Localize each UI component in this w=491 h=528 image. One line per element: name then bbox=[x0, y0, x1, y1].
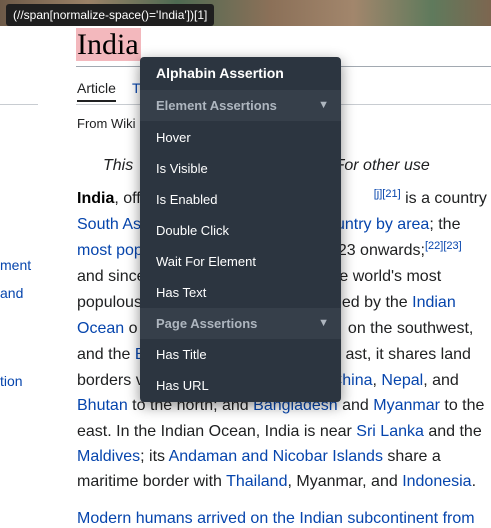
para-line-11: Maldives; its Andaman and Nicobar Island… bbox=[77, 448, 441, 466]
text: share a bbox=[382, 448, 441, 465]
link-andaman-nicobar[interactable]: Andaman and Nicobar Islands bbox=[169, 448, 383, 465]
menu-item-wait-for-element[interactable]: Wait For Element bbox=[140, 246, 341, 277]
bold-india: India bbox=[77, 190, 115, 207]
text: maritime border with bbox=[77, 473, 227, 490]
hatnote-left: This bbox=[103, 157, 134, 174]
highlighted-title-text[interactable]: India bbox=[76, 28, 141, 61]
sidebar-item-1[interactable]: ment bbox=[0, 257, 31, 273]
menu-item-is-visible[interactable]: Is Visible bbox=[140, 153, 341, 184]
text: on the southwest, bbox=[343, 320, 474, 337]
text: ; the bbox=[429, 216, 461, 233]
link-country-by-area[interactable]: ountry by area bbox=[327, 216, 429, 233]
menu-item-hover[interactable]: Hover bbox=[140, 122, 341, 153]
chevron-down-icon: ▼ bbox=[318, 99, 329, 111]
link-ocean[interactable]: Ocean bbox=[77, 320, 124, 337]
link-indian-ocean[interactable]: Indian bbox=[412, 294, 456, 311]
text: to the bbox=[439, 397, 485, 414]
text: he world's most bbox=[330, 268, 442, 285]
menu-title: Alphabin Assertion bbox=[156, 65, 284, 81]
text: is a country in bbox=[405, 190, 491, 207]
text: populous bbox=[77, 294, 142, 311]
text: , off bbox=[114, 190, 141, 207]
link-south-asia[interactable]: South As bbox=[77, 216, 141, 233]
link-thailand[interactable]: Thailand bbox=[226, 473, 287, 490]
text: ded by the bbox=[332, 294, 413, 311]
text: o bbox=[124, 320, 138, 337]
text: ; its bbox=[140, 448, 169, 465]
from-wikipedia-line: From Wiki bbox=[77, 116, 136, 131]
text: . bbox=[471, 473, 477, 490]
para-line-10: east. In the Indian Ocean, India is near… bbox=[77, 423, 482, 441]
link-maldives[interactable]: Maldives bbox=[77, 448, 140, 465]
text: ast, it shares land bbox=[345, 346, 471, 363]
sidebar-divider bbox=[0, 104, 38, 105]
link-sri-lanka[interactable]: Sri Lanka bbox=[356, 423, 424, 440]
text: and the bbox=[77, 346, 135, 363]
sidebar-item-2[interactable]: and bbox=[0, 285, 23, 301]
citation-link[interactable]: [j][21] bbox=[374, 188, 401, 200]
chevron-down-icon: ▼ bbox=[318, 317, 329, 329]
sidebar-item-3[interactable]: tion bbox=[0, 373, 23, 389]
menu-item-double-click[interactable]: Double Click bbox=[140, 215, 341, 246]
text: borders v bbox=[77, 372, 144, 389]
link-indonesia[interactable]: Indonesia bbox=[402, 473, 471, 490]
xpath-badge: (//span[normalize-space()='India'])[1] bbox=[6, 4, 215, 26]
text: , and bbox=[423, 372, 459, 389]
page-title: India bbox=[76, 28, 141, 62]
text: and since bbox=[77, 268, 146, 285]
text: and bbox=[337, 397, 374, 414]
text: 23 onwards; bbox=[337, 242, 425, 259]
menu-item-is-enabled[interactable]: Is Enabled bbox=[140, 184, 341, 215]
link-myanmar[interactable]: Myanmar bbox=[373, 397, 440, 414]
citation-link[interactable]: [22][23] bbox=[425, 240, 462, 252]
cut-off-line: Modern humans arrived on the Indian subc… bbox=[77, 510, 475, 527]
tab-article[interactable]: Article bbox=[77, 80, 116, 102]
section-label: Page Assertions bbox=[156, 316, 258, 331]
text: , Myanmar, and bbox=[287, 473, 403, 490]
link-most-populous[interactable]: most pop bbox=[77, 242, 143, 259]
menu-item-has-title[interactable]: Has Title bbox=[140, 339, 341, 370]
menu-item-has-url[interactable]: Has URL bbox=[140, 370, 341, 401]
menu-item-has-text[interactable]: Has Text bbox=[140, 277, 341, 308]
alphabin-assertion-menu: Alphabin Assertion Element Assertions ▼ … bbox=[140, 57, 341, 402]
text: and the bbox=[423, 423, 482, 440]
para-line-12: maritime border with Thailand, Myanmar, … bbox=[77, 473, 476, 491]
section-label: Element Assertions bbox=[156, 98, 277, 113]
section-element-assertions[interactable]: Element Assertions ▼ bbox=[140, 90, 341, 121]
text: east. In the Indian Ocean, India is near bbox=[77, 423, 357, 440]
link-bhutan[interactable]: Bhutan bbox=[77, 397, 128, 414]
section-page-assertions[interactable]: Page Assertions ▼ bbox=[140, 308, 341, 339]
link-nepal[interactable]: Nepal bbox=[381, 372, 423, 389]
